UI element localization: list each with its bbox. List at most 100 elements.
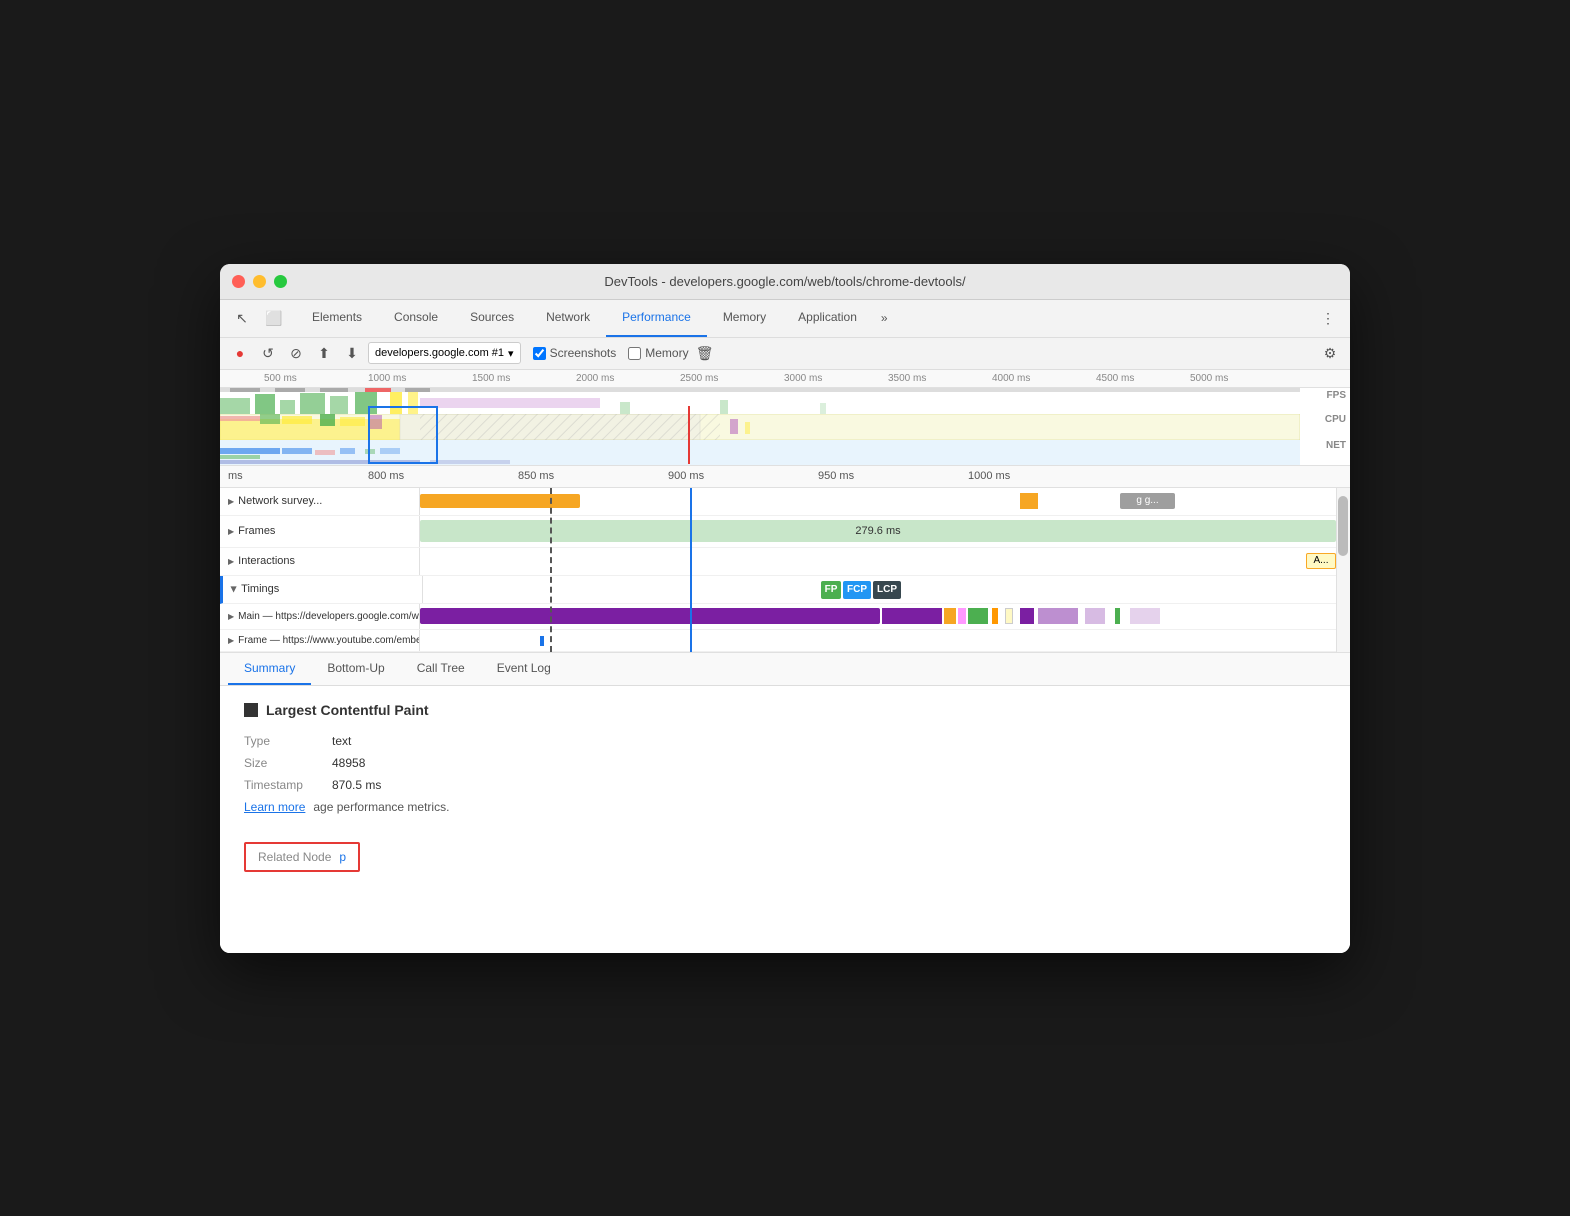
frame-duration: 279.6 ms	[855, 525, 900, 537]
frame-row: ▶ Frame — https://www.youtube.com/embed/…	[220, 630, 1350, 652]
lcp-square-icon	[244, 703, 258, 717]
interactions-row-content: A...	[420, 548, 1350, 575]
minimize-button[interactable]	[253, 275, 266, 288]
network-expand-icon[interactable]: ▶	[228, 497, 234, 506]
frames-row-label[interactable]: ▶ Frames	[220, 516, 420, 547]
frame-expand-icon[interactable]: ▶	[228, 636, 234, 645]
timeline-overview[interactable]: 500 ms 1000 ms 1500 ms 2000 ms 2500 ms 3…	[220, 370, 1350, 466]
detail-ruler: ms 800 ms 850 ms 900 ms 950 ms 1000 ms	[220, 466, 1350, 488]
screenshots-label: Screenshots	[550, 346, 617, 360]
tab-call-tree[interactable]: Call Tree	[401, 653, 481, 685]
timings-expand-icon[interactable]: ▶	[230, 586, 239, 592]
related-node-label: Related Node	[258, 850, 331, 864]
performance-toolbar: ● ↺ ⊘ ⬆ ⬇ developers.google.com #1 ▾ Scr…	[220, 338, 1350, 370]
main-bar-2	[882, 608, 942, 624]
related-node-value[interactable]: p	[339, 850, 346, 864]
tab-performance[interactable]: Performance	[606, 299, 707, 337]
ruler-label-2500: 2500 ms	[680, 373, 718, 384]
tab-bottom-up[interactable]: Bottom-Up	[311, 653, 400, 685]
net-chart	[220, 440, 1300, 466]
chevron-down-icon: ▾	[508, 347, 514, 360]
interaction-block: A...	[1306, 553, 1336, 569]
tab-memory[interactable]: Memory	[707, 299, 782, 337]
main-row-label[interactable]: ▶ Main — https://developers.google.com/w…	[220, 604, 420, 629]
inspect-icon[interactable]: ⬜	[260, 304, 288, 332]
timeline-cursor	[690, 488, 692, 652]
frame-marker	[540, 636, 544, 646]
net-label: NET	[1326, 440, 1346, 451]
lcp-marker: LCP	[873, 581, 901, 599]
type-label: Type	[244, 734, 324, 748]
scrollbar-thumb[interactable]	[1338, 496, 1348, 556]
interactions-row-label[interactable]: ▶ Interactions	[220, 548, 420, 575]
nav-icons: ↖ ⬜	[228, 304, 288, 332]
more-tabs-button[interactable]: »	[873, 299, 896, 337]
main-bar-9	[1038, 608, 1078, 624]
cursor-icon[interactable]: ↖	[228, 304, 256, 332]
upload-button[interactable]: ⬆	[312, 341, 336, 365]
main-row-content	[420, 604, 1350, 629]
timestamp-label: Timestamp	[244, 778, 324, 792]
delete-button[interactable]: 🗑	[693, 341, 717, 365]
network-block-1	[1020, 493, 1038, 509]
related-node-box: Related Node p	[244, 842, 360, 872]
timeline-rows: ▶ Network survey... g g...	[220, 488, 1350, 652]
network-survey-bar	[420, 494, 580, 508]
window-title: DevTools - developers.google.com/web/too…	[604, 274, 965, 289]
main-bar-10	[1085, 608, 1105, 624]
ruler-label-4000: 4000 ms	[992, 373, 1030, 384]
main-bar-5	[968, 608, 988, 624]
timeline-lanes: FPS CPU NET	[220, 388, 1350, 466]
interactions-expand-icon[interactable]: ▶	[228, 557, 234, 566]
memory-checkbox-group: Memory	[628, 346, 688, 360]
description-text: age performance metrics.	[313, 800, 449, 814]
record-button[interactable]: ●	[228, 341, 252, 365]
interactions-row: ▶ Interactions A...	[220, 548, 1350, 576]
network-row-label[interactable]: ▶ Network survey...	[220, 488, 420, 515]
summary-size-row: Size 48958	[244, 756, 1326, 770]
tab-console[interactable]: Console	[378, 299, 454, 337]
frames-expand-icon[interactable]: ▶	[228, 527, 234, 536]
tab-elements[interactable]: Elements	[296, 299, 378, 337]
url-selector[interactable]: developers.google.com #1 ▾	[368, 342, 521, 364]
cpu-chart	[220, 414, 1300, 440]
more-options-icon[interactable]: ⋮	[1314, 304, 1342, 332]
bottom-panel: Summary Bottom-Up Call Tree Event Log La…	[220, 653, 1350, 953]
network-row: ▶ Network survey... g g...	[220, 488, 1350, 516]
main-bar-4	[958, 608, 966, 624]
timings-row-label[interactable]: ▶ Timings	[223, 576, 423, 603]
detail-ruler-950: 950 ms	[818, 470, 854, 482]
ruler-label-500: 500 ms	[264, 373, 297, 384]
timeline-detail: ms 800 ms 850 ms 900 ms 950 ms 1000 ms ▶…	[220, 466, 1350, 653]
tab-event-log[interactable]: Event Log	[481, 653, 567, 685]
timeline-scrollbar[interactable]	[1336, 488, 1350, 652]
main-expand-icon[interactable]: ▶	[228, 612, 234, 621]
size-value: 48958	[332, 756, 365, 770]
main-bar-6	[992, 608, 998, 624]
tab-summary[interactable]: Summary	[228, 653, 311, 685]
main-row-text: Main — https://developers.google.com/web…	[238, 611, 420, 622]
maximize-button[interactable]	[274, 275, 287, 288]
reload-button[interactable]: ↺	[256, 341, 280, 365]
summary-title: Largest Contentful Paint	[244, 702, 1326, 718]
main-bar-8	[1020, 608, 1034, 624]
tab-application[interactable]: Application	[782, 299, 873, 337]
nav-tabs: Elements Console Sources Network Perform…	[296, 299, 896, 337]
tab-network[interactable]: Network	[530, 299, 606, 337]
fp-marker: FP	[821, 581, 841, 599]
settings-button[interactable]: ⚙	[1318, 341, 1342, 365]
download-button[interactable]: ⬇	[340, 341, 364, 365]
screenshots-checkbox[interactable]	[533, 347, 546, 360]
tab-sources[interactable]: Sources	[454, 299, 530, 337]
close-button[interactable]	[232, 275, 245, 288]
nav-end: ⋮	[1314, 304, 1342, 332]
clear-button[interactable]: ⊘	[284, 341, 308, 365]
detail-ruler-1000: 1000 ms	[968, 470, 1010, 482]
summary-description-row: Learn more age performance metrics.	[244, 800, 1326, 826]
memory-checkbox[interactable]	[628, 347, 641, 360]
frame-row-label[interactable]: ▶ Frame — https://www.youtube.com/embed/…	[220, 630, 420, 651]
frame-row-text: Frame — https://www.youtube.com/embed/G_…	[238, 635, 420, 646]
timeline-ruler: 500 ms 1000 ms 1500 ms 2000 ms 2500 ms 3…	[220, 370, 1350, 388]
detail-ruler-900: 900 ms	[668, 470, 704, 482]
learn-more-link[interactable]: Learn more	[244, 800, 305, 814]
